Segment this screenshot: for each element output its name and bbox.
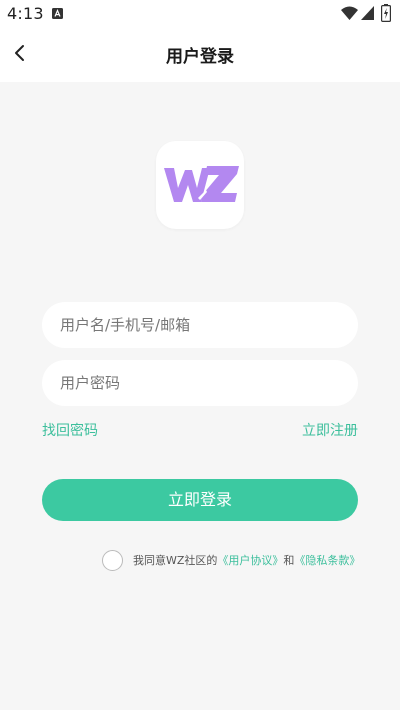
user-agreement-link[interactable]: 《用户协议》 xyxy=(217,552,283,568)
agreement-row: 我同意WZ社区的 《用户协议》 和 《隐私条款》 xyxy=(102,549,360,571)
agree-checkbox[interactable] xyxy=(102,549,123,571)
app-logo xyxy=(156,141,244,229)
notification-a-icon xyxy=(52,8,63,19)
username-input[interactable] xyxy=(42,302,358,348)
privacy-policy-link[interactable]: 《隐私条款》 xyxy=(294,552,360,568)
register-link[interactable]: 立即注册 xyxy=(302,420,358,440)
agreement-prefix: 我同意WZ社区的 xyxy=(133,554,218,567)
login-screen: 4:13 用户登录 用户名/手机号/邮箱 找回密码 立即注册 立即登录 我同意W… xyxy=(0,0,400,710)
status-time: 4:13 xyxy=(7,4,44,23)
login-button[interactable]: 立即登录 xyxy=(42,479,358,521)
battery-icon xyxy=(381,4,391,22)
forgot-password-link[interactable]: 找回密码 xyxy=(42,420,98,440)
wifi-icon xyxy=(341,6,358,20)
agreement-and: 和 xyxy=(283,554,295,567)
login-content: 找回密码 立即注册 立即登录 我同意WZ社区的 《用户协议》 和 《隐私条款》 xyxy=(0,82,400,710)
status-bar: 4:13 xyxy=(0,0,400,28)
signal-icon xyxy=(361,6,374,20)
wz-logo-icon xyxy=(164,166,239,202)
password-input[interactable] xyxy=(42,360,358,406)
page-title: 用户登录 xyxy=(166,47,234,67)
app-header: 用户登录 xyxy=(0,28,400,82)
